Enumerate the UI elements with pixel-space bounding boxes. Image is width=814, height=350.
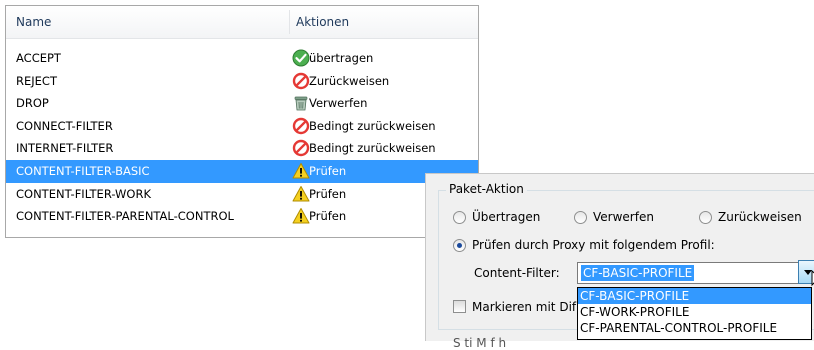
table-row[interactable]: INTERNET-FILTER Bedingt zurückweisen (6, 137, 478, 160)
radio-uebertragen[interactable] (453, 211, 466, 224)
list-rows: ACCEPT übertragen REJECT Zurückweisen DROP Ve… (6, 47, 478, 228)
content-filter-select[interactable]: CF-BASIC-PROFILE (577, 262, 814, 284)
row-name: CONTENT-FILTER-BASIC (16, 164, 150, 178)
table-row[interactable]: REJECT Zurückweisen (6, 70, 478, 93)
prohibited-icon (292, 117, 310, 135)
markieren-label[interactable]: Markieren mit Dif (472, 300, 576, 314)
row-action: Bedingt zurückweisen (309, 119, 436, 133)
content-filter-label: Content-Filter: (474, 266, 560, 280)
row-name: INTERNET-FILTER (16, 141, 113, 155)
content-filter-selected-value: CF-BASIC-PROFILE (581, 265, 694, 281)
table-row[interactable]: CONTENT-FILTER-BASIC Prüfen (6, 160, 478, 183)
row-name: CONTENT-FILTER-PARENTAL-CONTROL (16, 209, 234, 223)
warning-icon (292, 185, 310, 203)
dropdown-option[interactable]: CF-WORK-PROFILE (578, 304, 811, 320)
radio-pruefen-proxy-label[interactable]: Prüfen durch Proxy mit folgendem Profil: (472, 238, 715, 252)
row-name: CONTENT-FILTER-WORK (16, 187, 151, 201)
table-row[interactable]: CONTENT-FILTER-PARENTAL-CONTROL Prüfen (6, 205, 478, 228)
column-separator[interactable] (289, 10, 290, 34)
row-name: REJECT (16, 74, 57, 88)
row-action: übertragen (309, 51, 373, 65)
paket-aktion-panel: Paket-Aktion Übertragen Verwerfen Zurück… (425, 173, 814, 341)
row-name: CONNECT-FILTER (16, 119, 113, 133)
rules-list[interactable]: Name Aktionen ACCEPT übertragen REJECT Zurü… (5, 5, 479, 238)
radio-pruefen-proxy[interactable] (453, 239, 466, 252)
content-filter-dropdown-list[interactable]: CF-BASIC-PROFILE CF-WORK-PROFILE CF-PARE… (577, 287, 812, 340)
row-action: Prüfen (309, 164, 346, 178)
row-action: Bedingt zurückweisen (309, 141, 436, 155)
radio-verwerfen[interactable] (574, 211, 587, 224)
markieren-checkbox[interactable] (453, 300, 466, 313)
table-row[interactable]: CONNECT-FILTER Bedingt zurückweisen (6, 115, 478, 138)
row-name: DROP (16, 96, 49, 110)
table-row[interactable]: DROP Verwerfen (6, 92, 478, 115)
prohibited-icon (292, 72, 310, 90)
dropdown-option[interactable]: CF-BASIC-PROFILE (578, 288, 811, 304)
table-row[interactable]: CONTENT-FILTER-WORK Prüfen (6, 183, 478, 206)
radio-verwerfen-label[interactable]: Verwerfen (593, 210, 654, 224)
row-name: ACCEPT (16, 51, 61, 65)
radio-uebertragen-label[interactable]: Übertragen (472, 210, 540, 224)
row-action: Zurückweisen (309, 74, 389, 88)
row-action: Prüfen (309, 187, 346, 201)
paket-aktion-title: Paket-Aktion (446, 182, 527, 196)
warning-icon (292, 207, 310, 225)
list-header: Name Aktionen (6, 6, 478, 39)
trash-icon (292, 94, 310, 112)
check-icon (292, 49, 310, 67)
table-row[interactable]: ACCEPT übertragen (6, 47, 478, 70)
warning-icon (292, 162, 310, 180)
radio-zurueckweisen-label[interactable]: Zurückweisen (718, 210, 802, 224)
section-label-clipped: S ti M f h (453, 336, 506, 350)
column-header-name[interactable]: Name (16, 15, 51, 29)
row-action: Verwerfen (309, 96, 367, 110)
radio-zurueckweisen[interactable] (699, 211, 712, 224)
column-header-actions[interactable]: Aktionen (296, 15, 349, 29)
dropdown-option[interactable]: CF-PARENTAL-CONTROL-PROFILE (578, 320, 811, 336)
prohibited-icon (292, 139, 310, 157)
row-action: Prüfen (309, 209, 346, 223)
